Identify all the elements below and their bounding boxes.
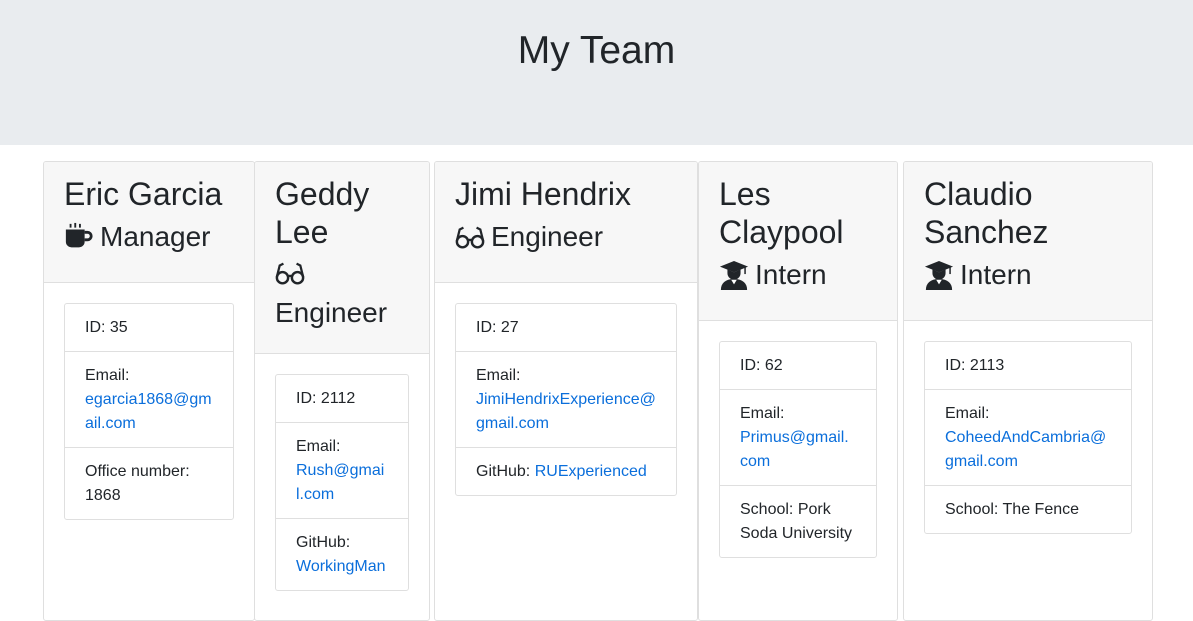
employee-card-geddy-lee: Geddy Lee Engineer ID: 2112 Email: Rush@… xyxy=(254,161,430,621)
email-item: Email: Primus@gmail.com xyxy=(720,390,876,486)
card-header: Eric Garcia Manager xyxy=(44,162,254,283)
school-value: The Fence xyxy=(1002,501,1080,518)
id-item: ID: 62 xyxy=(720,342,876,390)
github-link[interactable]: RUExperienced xyxy=(535,463,647,480)
email-link[interactable]: Primus@gmail.com xyxy=(740,429,849,470)
email-label: Email: xyxy=(740,405,785,422)
email-label: Email: xyxy=(85,367,130,384)
details-list: ID: 27 Email: JimiHendrixExperience@gmai… xyxy=(455,303,677,496)
role-label: Intern xyxy=(960,259,1032,290)
id-item: ID: 27 xyxy=(456,304,676,352)
email-item: Email: egarcia1868@gmail.com xyxy=(65,352,233,448)
role-label: Engineer xyxy=(275,297,388,328)
github-item: GitHub: RUExperienced xyxy=(456,448,676,495)
email-item: Email: CoheedAndCambria@gmail.com xyxy=(925,390,1131,486)
school-item: School: Pork Soda University xyxy=(720,486,876,557)
github-label: GitHub: xyxy=(476,463,531,480)
glasses-icon xyxy=(455,222,485,252)
coffee-icon xyxy=(64,222,94,252)
details-list: ID: 2113 Email: CoheedAndCambria@gmail.c… xyxy=(924,341,1132,534)
employee-name: Geddy Lee xyxy=(275,176,370,250)
role-label: Engineer xyxy=(491,221,604,252)
role-label: Intern xyxy=(755,259,827,290)
school-label: School: xyxy=(740,501,794,518)
graduate-icon xyxy=(924,260,954,290)
employee-card-les-claypool: Les Claypool Intern ID: 62 Email: Primus… xyxy=(698,161,898,621)
email-link[interactable]: egarcia1868@gmail.com xyxy=(85,391,212,432)
employee-role: Intern xyxy=(924,258,1132,292)
email-link[interactable]: CoheedAndCambria@gmail.com xyxy=(945,429,1106,470)
employee-role: Engineer xyxy=(455,220,677,254)
employee-card-jimi-hendrix: Jimi Hendrix Engineer ID: 27 Email: Jimi… xyxy=(434,161,698,621)
role-label: Manager xyxy=(100,221,211,252)
employee-card-claudio-sanchez: Claudio Sanchez Intern ID: 2113 Email: C… xyxy=(903,161,1153,621)
office-number-item: Office number: 1868 xyxy=(65,448,233,519)
card-header: Les Claypool Intern xyxy=(699,162,897,321)
email-label: Email: xyxy=(476,367,521,384)
employee-role: Intern xyxy=(719,258,877,292)
page-title: My Team xyxy=(517,29,676,72)
employee-role: Engineer xyxy=(275,258,409,330)
card-header: Claudio Sanchez Intern xyxy=(904,162,1152,321)
glasses-icon xyxy=(275,258,305,288)
email-item: Email: JimiHendrixExperience@gmail.com xyxy=(456,352,676,448)
employee-name: Jimi Hendrix xyxy=(455,176,632,212)
email-label: Email: xyxy=(945,405,990,422)
employee-card-eric-garcia: Eric Garcia Manager ID: 35 Email: egarci… xyxy=(43,161,255,621)
employee-name: Eric Garcia xyxy=(64,176,223,212)
details-list: ID: 62 Email: Primus@gmail.com School: P… xyxy=(719,341,877,558)
id-item: ID: 2112 xyxy=(276,375,408,423)
school-item: School: The Fence xyxy=(925,486,1131,533)
email-link[interactable]: Rush@gmail.com xyxy=(296,462,384,503)
email-label: Email: xyxy=(296,438,341,455)
details-list: ID: 35 Email: egarcia1868@gmail.com Offi… xyxy=(64,303,234,520)
email-item: Email: Rush@gmail.com xyxy=(276,423,408,519)
details-list: ID: 2112 Email: Rush@gmail.com GitHub: W… xyxy=(275,374,409,591)
school-label: School: xyxy=(945,501,999,518)
github-link[interactable]: WorkingMan xyxy=(296,558,386,575)
graduate-icon xyxy=(719,260,749,290)
id-item: ID: 35 xyxy=(65,304,233,352)
page-header: My Team xyxy=(0,0,1193,145)
card-header: Geddy Lee Engineer xyxy=(255,162,429,354)
github-label: GitHub: xyxy=(296,534,351,551)
employee-name: Claudio Sanchez xyxy=(924,176,1049,250)
card-header: Jimi Hendrix Engineer xyxy=(435,162,697,283)
employee-role: Manager xyxy=(64,220,234,254)
office-number-label: Office number: xyxy=(85,463,190,480)
id-item: ID: 2113 xyxy=(925,342,1131,390)
email-link[interactable]: JimiHendrixExperience@gmail.com xyxy=(476,391,656,432)
github-item: GitHub: WorkingMan xyxy=(276,519,408,590)
employee-name: Les Claypool xyxy=(719,176,844,250)
office-number-value: 1868 xyxy=(85,487,121,504)
